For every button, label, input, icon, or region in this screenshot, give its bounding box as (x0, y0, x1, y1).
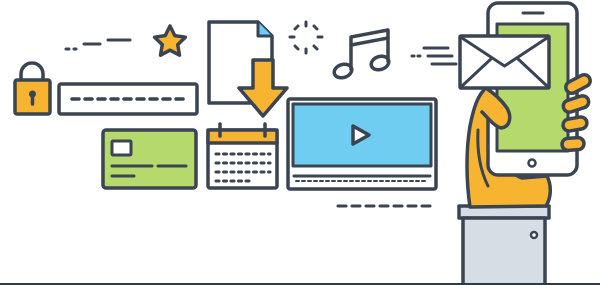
calendar-icon (206, 122, 279, 190)
star-icon (152, 24, 188, 57)
music-note-icon (332, 28, 391, 80)
illustration (0, 0, 600, 285)
password-field-icon (57, 82, 199, 116)
envelope-icon (458, 34, 551, 90)
video-player-icon (286, 97, 438, 191)
credit-card-icon (101, 128, 198, 190)
padlock-icon (13, 61, 52, 116)
loading-spinner-icon (288, 20, 324, 55)
fingers (560, 72, 592, 153)
sleeve (457, 204, 551, 285)
